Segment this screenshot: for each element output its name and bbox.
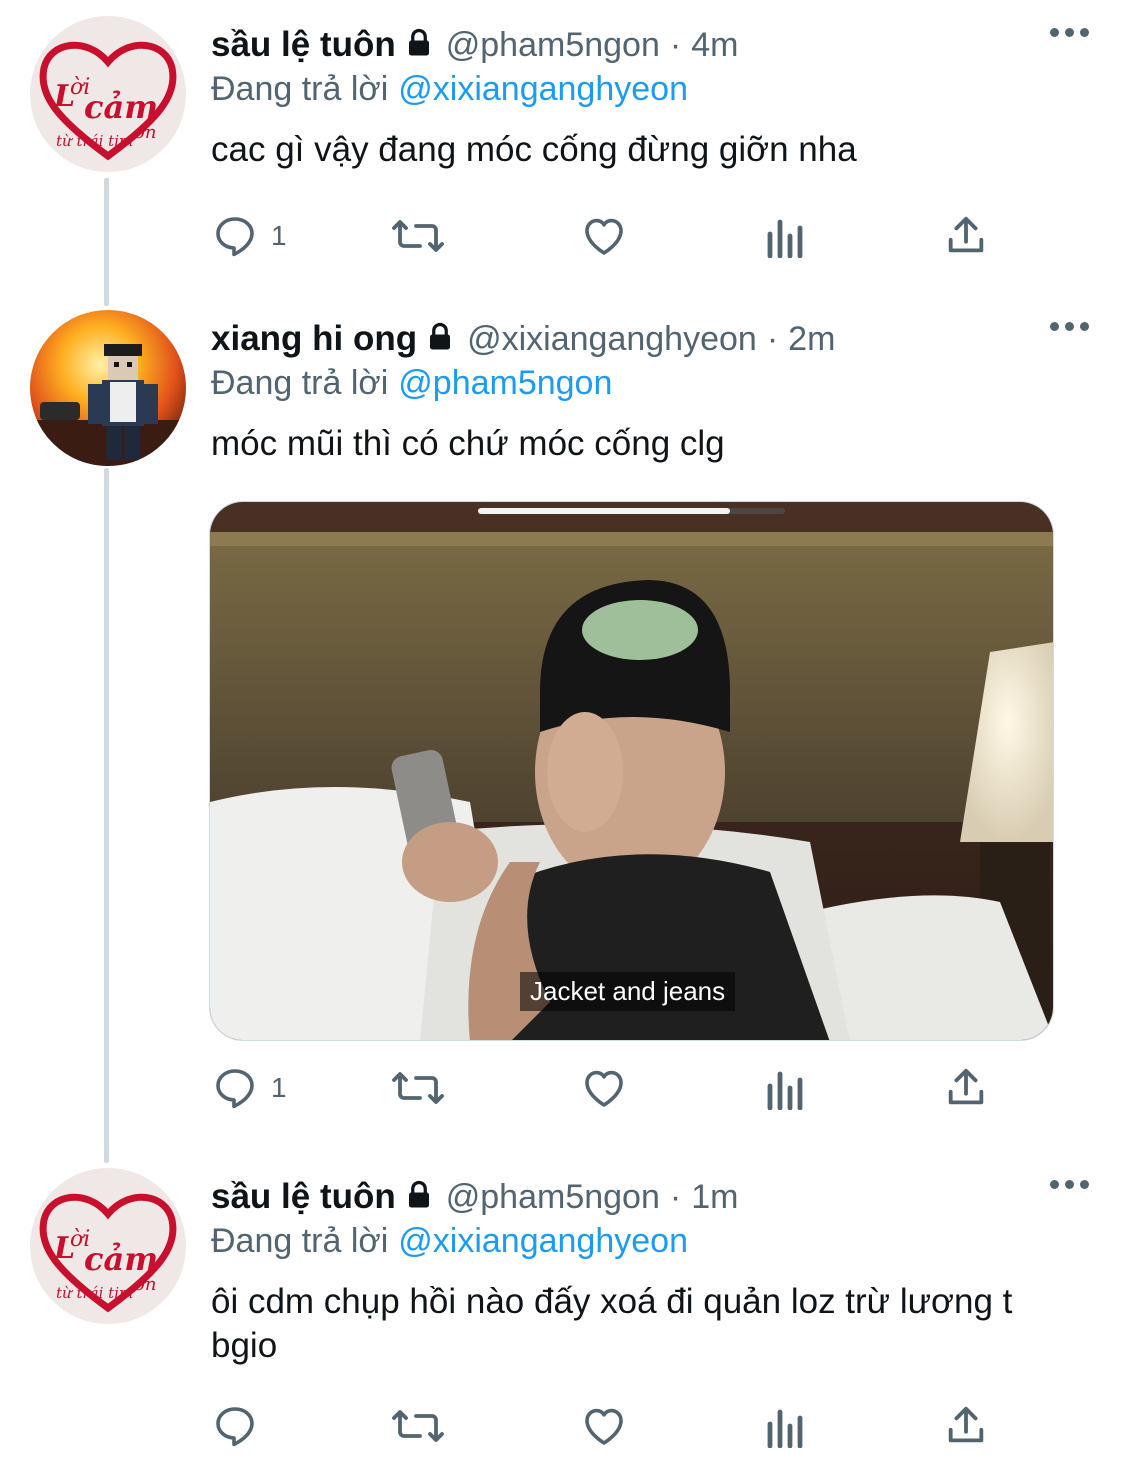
heart-icon bbox=[579, 1064, 629, 1112]
svg-text:từ trái tim: từ trái tim bbox=[56, 1284, 133, 1302]
views-icon bbox=[765, 214, 807, 258]
video-frame-image bbox=[210, 502, 1053, 1040]
thread-connector-line bbox=[104, 178, 109, 306]
separator-dot: · bbox=[669, 1177, 682, 1216]
avatar-explosion-character-image bbox=[30, 310, 186, 466]
views-button[interactable] bbox=[765, 1396, 807, 1456]
timestamp[interactable]: 1m bbox=[691, 1178, 738, 1217]
svg-text:cảm: cảm bbox=[84, 1240, 158, 1278]
tweet-text: móc mũi thì có chứ móc cống clg bbox=[211, 424, 725, 463]
lock-icon bbox=[404, 1180, 434, 1215]
views-button[interactable] bbox=[765, 1058, 807, 1118]
avatar-heart-logo-image: L ời cảm ơn từ trái tim bbox=[30, 1168, 186, 1324]
retweet-button[interactable] bbox=[389, 1396, 447, 1456]
avatar-heart-logo-image: L ời cảm ơn từ trái tim bbox=[30, 16, 186, 172]
share-button[interactable] bbox=[943, 1058, 989, 1118]
svg-text:từ trái tim: từ trái tim bbox=[56, 132, 133, 150]
user-handle[interactable]: @pham5ngon bbox=[446, 26, 660, 65]
share-icon bbox=[943, 1064, 989, 1112]
tweet-actions: 1 bbox=[211, 206, 1011, 266]
svg-text:ơn: ơn bbox=[134, 1274, 156, 1295]
tweet-header: xiang hi ong @xixianganghyeon · 2m bbox=[211, 314, 835, 364]
more-icon[interactable] bbox=[1050, 322, 1089, 331]
heart-icon bbox=[579, 212, 629, 260]
video-progress-fill bbox=[478, 508, 730, 514]
share-icon bbox=[943, 1402, 989, 1450]
reply-context: Đang trả lời @xixianganghyeon bbox=[211, 1222, 688, 1261]
display-name[interactable]: sầu lệ tuôn bbox=[211, 1177, 396, 1217]
video-progress-bar[interactable] bbox=[478, 508, 785, 514]
like-button[interactable] bbox=[579, 1396, 629, 1456]
user-handle[interactable]: @xixianganghyeon bbox=[467, 320, 757, 359]
thread-connector-line bbox=[104, 468, 109, 1163]
user-handle[interactable]: @pham5ngon bbox=[446, 1178, 660, 1217]
timestamp[interactable]: 4m bbox=[691, 26, 738, 65]
reply-button[interactable] bbox=[211, 1396, 271, 1456]
share-icon bbox=[943, 212, 989, 260]
avatar[interactable]: L ời cảm ơn từ trái tim bbox=[30, 1168, 186, 1324]
lock-icon bbox=[425, 322, 455, 357]
separator-dot: · bbox=[669, 25, 682, 64]
reply-prefix: Đang trả lời bbox=[211, 70, 389, 108]
separator-dot: · bbox=[766, 319, 779, 358]
retweet-icon bbox=[389, 1064, 447, 1112]
reply-prefix: Đang trả lời bbox=[211, 364, 389, 402]
tweet-text: ôi cdm chụp hồi nào đấy xoá đi quản loz … bbox=[211, 1282, 1013, 1365]
reply-context: Đang trả lời @xixianganghyeon bbox=[211, 70, 688, 109]
like-button[interactable] bbox=[579, 1058, 629, 1118]
views-icon bbox=[765, 1066, 807, 1110]
retweet-icon bbox=[389, 212, 447, 260]
retweet-button[interactable] bbox=[389, 1058, 447, 1118]
video-caption: Jacket and jeans bbox=[520, 972, 736, 1011]
reply-button[interactable]: 1 bbox=[211, 1058, 287, 1118]
reply-count: 1 bbox=[271, 220, 287, 251]
display-name[interactable]: xiang hi ong bbox=[211, 319, 417, 359]
display-name[interactable]: sầu lệ tuôn bbox=[211, 25, 396, 65]
views-button[interactable] bbox=[765, 206, 807, 266]
tweet-text: cac gì vậy đang móc cống đừng giỡn nha bbox=[211, 130, 857, 169]
share-button[interactable] bbox=[943, 1396, 989, 1456]
svg-text:cảm: cảm bbox=[84, 88, 158, 126]
reply-context: Đang trả lời @pham5ngon bbox=[211, 364, 612, 403]
reply-count: 1 bbox=[271, 1072, 287, 1103]
lock-icon bbox=[404, 28, 434, 63]
reply-mention-link[interactable]: @xixianganghyeon bbox=[398, 1222, 688, 1260]
reply-mention-link[interactable]: @xixianganghyeon bbox=[398, 70, 688, 108]
reply-mention-link[interactable]: @pham5ngon bbox=[398, 364, 612, 402]
share-button[interactable] bbox=[943, 206, 989, 266]
tweet-header: sầu lệ tuôn @pham5ngon · 4m bbox=[211, 20, 738, 70]
tweet-video[interactable]: Jacket and jeans bbox=[209, 501, 1054, 1041]
tweet-actions: 1 bbox=[211, 1058, 1011, 1118]
heart-icon bbox=[579, 1402, 629, 1450]
reply-icon bbox=[211, 1402, 259, 1450]
svg-text:ơn: ơn bbox=[134, 122, 156, 143]
reply-icon bbox=[211, 1064, 259, 1112]
more-icon[interactable] bbox=[1050, 1180, 1089, 1189]
more-icon[interactable] bbox=[1050, 28, 1089, 37]
reply-icon bbox=[211, 212, 259, 260]
retweet-icon bbox=[389, 1402, 447, 1450]
avatar[interactable] bbox=[30, 310, 186, 466]
tweet-header: sầu lệ tuôn @pham5ngon · 1m bbox=[211, 1172, 738, 1222]
avatar[interactable]: L ời cảm ơn từ trái tim bbox=[30, 16, 186, 172]
views-icon bbox=[765, 1404, 807, 1448]
reply-button[interactable]: 1 bbox=[211, 206, 287, 266]
timestamp[interactable]: 2m bbox=[788, 320, 835, 359]
tweet-actions bbox=[211, 1396, 1011, 1456]
reply-prefix: Đang trả lời bbox=[211, 1222, 389, 1260]
like-button[interactable] bbox=[579, 206, 629, 266]
retweet-button[interactable] bbox=[389, 206, 447, 266]
